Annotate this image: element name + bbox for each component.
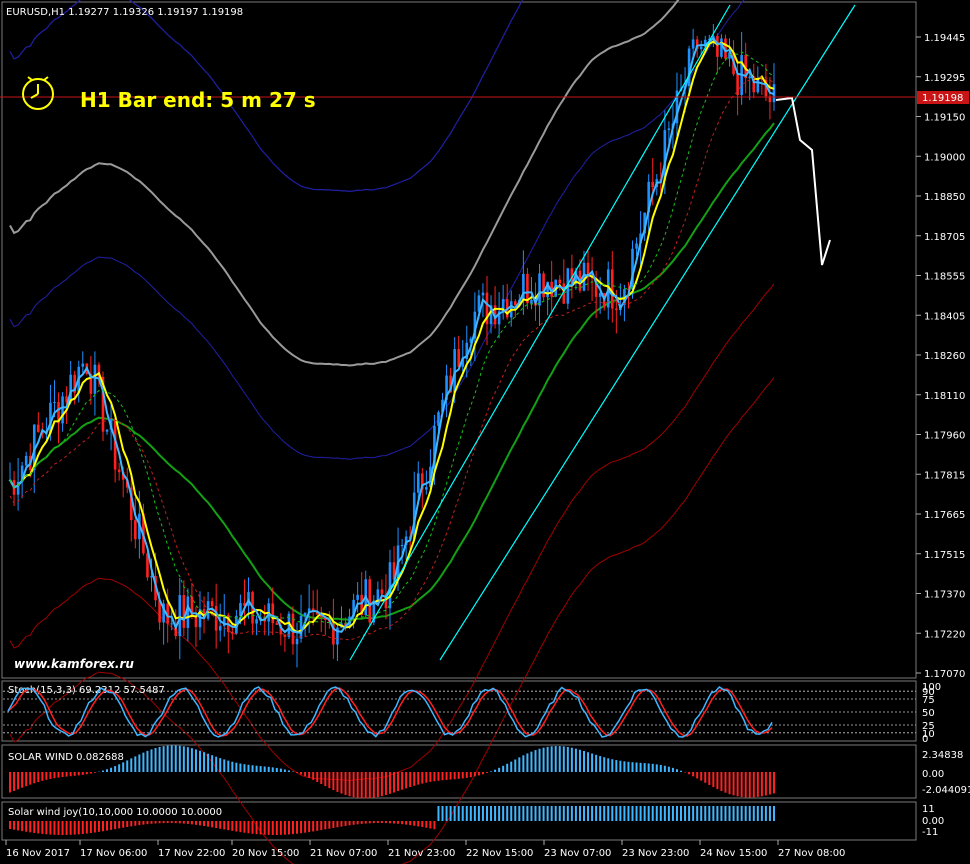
candle-body	[134, 520, 137, 540]
candle-body	[651, 181, 655, 188]
time-tick-label: 27 Nov 08:00	[778, 848, 845, 859]
time-tick-label: 17 Nov 22:00	[158, 848, 225, 859]
solar-wind-joy-axis-label: 0.00	[922, 816, 944, 827]
candle-body	[615, 308, 618, 311]
candle-body	[530, 299, 533, 304]
price-tick-label: 1.18555	[924, 272, 965, 283]
candle-body	[295, 638, 299, 645]
price-tick-label: 1.17370	[924, 590, 965, 601]
candle-body	[170, 623, 174, 625]
candle-body	[388, 562, 392, 609]
candle-body	[24, 455, 28, 466]
candle-body	[182, 595, 186, 628]
price-tick-label: 1.19445	[924, 33, 965, 44]
candle-body	[716, 35, 719, 57]
candle-body	[105, 429, 109, 432]
price-tick-label: 1.17515	[924, 550, 965, 561]
solar-wind-axis-label: 2.34838	[922, 750, 963, 761]
candle-body	[299, 615, 303, 639]
price-tick-label: 1.18405	[924, 311, 965, 322]
price-tick-label: 1.19000	[924, 152, 965, 163]
price-tick-label: 1.18705	[924, 232, 965, 243]
trading-chart[interactable]: EURUSD,H1 1.19277 1.19326 1.19197 1.1919…	[0, 0, 970, 864]
candle-body	[513, 301, 517, 306]
candle-body	[93, 364, 97, 394]
price-tick-label: 1.19295	[924, 73, 965, 84]
candle-body	[425, 487, 428, 490]
candle-body	[283, 634, 287, 637]
candle-body	[635, 243, 638, 249]
candle-body	[194, 616, 198, 628]
candle-body	[218, 626, 222, 631]
candle-body	[178, 595, 182, 637]
solar-wind-axis-label: 0.00	[922, 769, 944, 780]
candle-body	[437, 412, 440, 426]
stoch-axis-label: 0	[922, 734, 928, 745]
candle-body	[255, 619, 258, 624]
candle-body	[356, 594, 359, 600]
candle-body	[210, 601, 214, 606]
candle-body	[416, 473, 420, 493]
candle-body	[81, 363, 85, 367]
price-tick-label: 1.18260	[924, 351, 965, 362]
candle-body	[538, 273, 541, 306]
solar-wind-joy-title: Solar wind joy(10,10,000 10.0000 10.0000	[8, 807, 222, 818]
price-tick-label: 1.17070	[924, 669, 965, 680]
candle-body	[61, 396, 64, 424]
solar-wind-axis-label: -2.044091	[922, 785, 970, 796]
stoch-title: Stoch(15,3,3) 69.2312 57.5487	[8, 685, 165, 696]
current-price-label: 1.19198	[922, 93, 963, 104]
candle-body	[37, 424, 40, 432]
candle-body	[558, 279, 562, 284]
candle-body	[748, 76, 752, 79]
candle-body	[303, 612, 307, 616]
solar-wind-joy-axis-label: -11	[922, 827, 938, 838]
stoch-axis-label: 100	[922, 682, 941, 693]
price-tick-label: 1.17665	[924, 510, 965, 521]
time-tick-label: 17 Nov 06:00	[80, 848, 147, 859]
time-tick-label: 21 Nov 07:00	[310, 848, 377, 859]
candle-body	[699, 46, 703, 50]
bar-end-timer: H1 Bar end: 5 m 27 s	[80, 88, 316, 112]
candle-body	[481, 292, 485, 296]
candle-body	[53, 402, 56, 404]
candle-body	[117, 469, 121, 473]
price-tick-label: 1.18850	[924, 192, 965, 203]
price-tick-label: 1.17960	[924, 431, 965, 442]
price-tick-label: 1.17220	[924, 629, 965, 640]
candle-body	[667, 128, 671, 131]
price-tick-label: 1.17815	[924, 470, 965, 481]
candle-body	[214, 605, 218, 631]
candle-body	[586, 262, 590, 274]
solar-wind-joy-axis-label: 11	[922, 804, 935, 815]
symbol-info: EURUSD,H1 1.19277 1.19326 1.19197 1.1919…	[6, 7, 243, 18]
stoch-axis-label: 75	[922, 695, 935, 706]
candle-body	[720, 38, 723, 57]
candle-body	[691, 39, 695, 49]
candle-body	[380, 589, 384, 594]
price-tick-label: 1.19150	[924, 113, 965, 124]
candle-body	[542, 273, 545, 298]
stoch-axis-label: 50	[922, 708, 935, 719]
chart-background	[0, 0, 970, 864]
solar-wind-title: SOLAR WIND 0.082688	[8, 752, 124, 763]
watermark: www.kamforex.ru	[14, 657, 134, 671]
time-tick-label: 16 Nov 2017	[6, 848, 70, 859]
candle-body	[400, 544, 404, 546]
time-tick-label: 24 Nov 15:00	[700, 848, 767, 859]
candle-body	[271, 603, 275, 624]
time-tick-label: 22 Nov 15:00	[466, 848, 533, 859]
candle-body	[275, 623, 279, 625]
time-tick-label: 20 Nov 15:00	[232, 848, 299, 859]
price-tick-label: 1.18110	[924, 391, 965, 402]
time-tick-label: 23 Nov 07:00	[544, 848, 611, 859]
time-tick-label: 23 Nov 23:00	[622, 848, 689, 859]
time-tick-label: 21 Nov 23:00	[388, 848, 455, 859]
